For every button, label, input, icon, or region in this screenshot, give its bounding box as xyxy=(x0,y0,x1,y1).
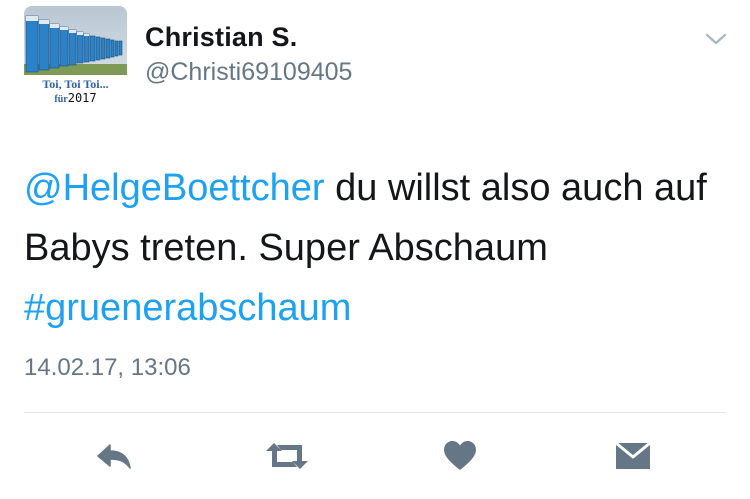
hashtag-link[interactable]: #gruenerabschaum xyxy=(24,287,351,329)
retweet-icon xyxy=(266,443,308,469)
display-name[interactable]: Christian S. xyxy=(145,22,297,53)
retweet-button[interactable] xyxy=(262,436,312,476)
heart-icon xyxy=(444,441,476,470)
avatar-caption-prefix: für xyxy=(54,94,68,105)
reply-button[interactable] xyxy=(92,436,136,476)
user-handle[interactable]: @Christi69109405 xyxy=(145,58,352,87)
direct-message-button[interactable] xyxy=(612,436,654,476)
avatar-caption-line2: für2017 xyxy=(24,92,127,106)
like-button[interactable] xyxy=(440,436,480,476)
reply-icon xyxy=(97,444,131,469)
avatar[interactable]: Toi, Toi Toi... für2017 xyxy=(24,6,127,109)
tweet-text: @HelgeBoettcher du willst also auch auf … xyxy=(24,158,724,338)
envelope-icon xyxy=(615,441,651,469)
avatar-caption: Toi, Toi Toi... für2017 xyxy=(24,75,127,109)
chevron-down-icon[interactable] xyxy=(704,30,728,48)
avatar-caption-line1: Toi, Toi Toi... xyxy=(42,77,109,91)
avatar-caption-year: 2017 xyxy=(67,91,97,105)
mention-link[interactable]: @HelgeBoettcher xyxy=(24,167,325,209)
tweet-timestamp: 14.02.17, 13:06 xyxy=(24,354,191,381)
divider xyxy=(24,412,726,413)
